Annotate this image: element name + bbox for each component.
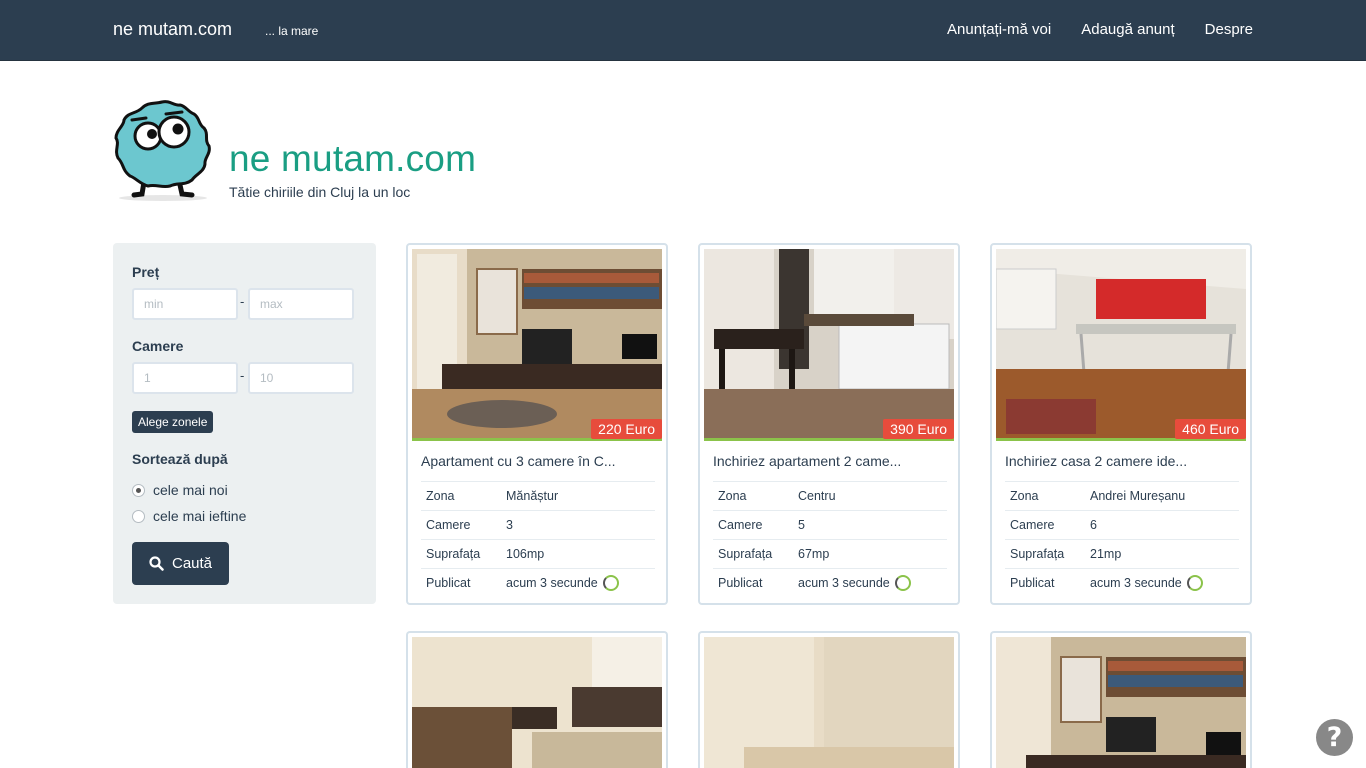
detail-value: 5 — [798, 518, 805, 532]
price-label: Preț — [132, 264, 160, 280]
listing-card[interactable]: 390 Euro Inchiriez apartament 2 came... … — [698, 243, 960, 605]
site-title: ne mutam.com — [229, 138, 477, 179]
source-site-icon[interactable] — [602, 575, 619, 591]
detail-row-published: Publicat acum 3 secunde — [1005, 568, 1239, 597]
search-icon — [149, 556, 164, 571]
price-min-input[interactable]: min — [132, 288, 238, 320]
listing-photo[interactable] — [412, 637, 662, 768]
listing-photo[interactable] — [996, 637, 1246, 768]
listing-card[interactable]: 220 Euro Apartament cu 3 camere în C... … — [406, 243, 668, 605]
detail-row-area: Suprafața 21mp — [1005, 539, 1239, 568]
detail-value: Andrei Mureșanu — [1090, 489, 1186, 503]
sort-label: Sortează după — [132, 451, 228, 467]
listing-card[interactable] — [698, 631, 960, 768]
brand-link[interactable]: ne mutam.com — [113, 19, 232, 40]
detail-row-zone: Zona Andrei Mureșanu — [1005, 481, 1239, 510]
detail-row-published: Publicat acum 3 secunde — [713, 568, 947, 597]
detail-value: Mănăștur — [506, 489, 559, 503]
detail-key: Camere — [1010, 518, 1055, 532]
rooms-max-input[interactable]: 10 — [248, 362, 354, 394]
listing-price: 220 Euro — [591, 419, 662, 439]
detail-value: 6 — [1090, 518, 1097, 532]
detail-value: Centru — [798, 489, 836, 503]
sort-option-label: cele mai noi — [153, 482, 228, 498]
detail-key: Publicat — [426, 576, 471, 590]
search-button-label: Caută — [171, 555, 213, 572]
rooms-min-input[interactable]: 1 — [132, 362, 238, 394]
nav-link-about[interactable]: Despre — [1205, 21, 1253, 38]
nav-links: Anunțați-mă voi Adaugă anunț Despre — [947, 21, 1253, 38]
detail-row-rooms: Camere 5 — [713, 510, 947, 539]
rooms-label: Camere — [132, 338, 184, 354]
search-button[interactable]: Caută — [132, 542, 229, 585]
nav-link-add-listing[interactable]: Adaugă anunț — [1081, 21, 1174, 38]
detail-value: 3 — [506, 518, 513, 532]
navbar: ne mutam.com ... la mare Anunțați-mă voi… — [0, 0, 1366, 61]
detail-key: Camere — [718, 518, 763, 532]
detail-key: Zona — [1010, 489, 1039, 503]
published-time: acum 3 secunde — [798, 576, 890, 590]
detail-key: Suprafața — [426, 547, 481, 561]
nav-tagline-link[interactable]: ... la mare — [265, 24, 318, 38]
radio-selected-icon[interactable] — [132, 483, 145, 497]
listing-photo[interactable] — [704, 637, 954, 768]
detail-row-rooms: Camere 6 — [1005, 510, 1239, 539]
detail-value: 106mp — [506, 547, 545, 561]
listing-photo[interactable] — [996, 249, 1246, 440]
listing-title[interactable]: Inchiriez casa 2 camere ide... — [1005, 453, 1187, 469]
detail-key: Publicat — [1010, 576, 1055, 590]
detail-row-zone: Zona Centru — [713, 481, 947, 510]
detail-key: Zona — [426, 489, 455, 503]
listing-card[interactable]: 460 Euro Inchiriez casa 2 camere ide... … — [990, 243, 1252, 605]
radio-icon[interactable] — [132, 509, 145, 523]
listing-photo[interactable] — [704, 249, 954, 440]
price-max-input[interactable]: max — [248, 288, 354, 320]
detail-key: Publicat — [718, 576, 763, 590]
site-subtitle: Tătie chiriile din Cluj la un loc — [229, 184, 411, 200]
sort-option-label: cele mai ieftine — [153, 508, 247, 524]
listing-card[interactable] — [990, 631, 1252, 768]
nav-link-notify[interactable]: Anunțați-mă voi — [947, 21, 1051, 38]
filter-panel: Preț min - max Camere 1 - 10 Alege zonel… — [113, 243, 376, 604]
detail-value-published: acum 3 secunde — [506, 575, 619, 591]
source-site-icon[interactable] — [1186, 575, 1203, 591]
detail-value: 21mp — [1090, 547, 1122, 561]
listing-price: 390 Euro — [883, 419, 954, 439]
sort-option-newest[interactable]: cele mai noi — [132, 482, 228, 498]
listing-details: Zona Mănăștur Camere 3 Suprafața 106mp Publ… — [421, 481, 655, 597]
help-button[interactable]: ? — [1316, 719, 1353, 756]
source-site-icon[interactable] — [894, 575, 911, 591]
listing-photo[interactable] — [412, 249, 662, 440]
detail-row-published: Publicat acum 3 secunde — [421, 568, 655, 597]
detail-key: Zona — [718, 489, 747, 503]
detail-key: Suprafața — [1010, 547, 1065, 561]
price-dash: - — [240, 294, 245, 309]
listing-details: Zona Centru Camere 5 Suprafața 67mp Publica… — [713, 481, 947, 597]
mascot-logo — [114, 100, 211, 201]
detail-key: Suprafața — [718, 547, 773, 561]
listing-title[interactable]: Apartament cu 3 camere în C... — [421, 453, 616, 469]
rooms-dash: - — [240, 368, 245, 383]
question-icon: ? — [1326, 722, 1343, 753]
listing-details: Zona Andrei Mureșanu Camere 6 Suprafața 21m… — [1005, 481, 1239, 597]
detail-row-area: Suprafața 67mp — [713, 539, 947, 568]
published-time: acum 3 secunde — [1090, 576, 1182, 590]
detail-value-published: acum 3 secunde — [1090, 575, 1203, 591]
listing-price: 460 Euro — [1175, 419, 1246, 439]
detail-key: Camere — [426, 518, 471, 532]
listing-title[interactable]: Inchiriez apartament 2 came... — [713, 453, 901, 469]
detail-row-zone: Zona Mănăștur — [421, 481, 655, 510]
sort-option-cheapest[interactable]: cele mai ieftine — [132, 508, 246, 524]
detail-value: 67mp — [798, 547, 830, 561]
published-time: acum 3 secunde — [506, 576, 598, 590]
choose-zones-button[interactable]: Alege zonele — [132, 411, 214, 433]
detail-value-published: acum 3 secunde — [798, 575, 911, 591]
listing-card[interactable] — [406, 631, 668, 768]
detail-row-rooms: Camere 3 — [421, 510, 655, 539]
detail-row-area: Suprafața 106mp — [421, 539, 655, 568]
